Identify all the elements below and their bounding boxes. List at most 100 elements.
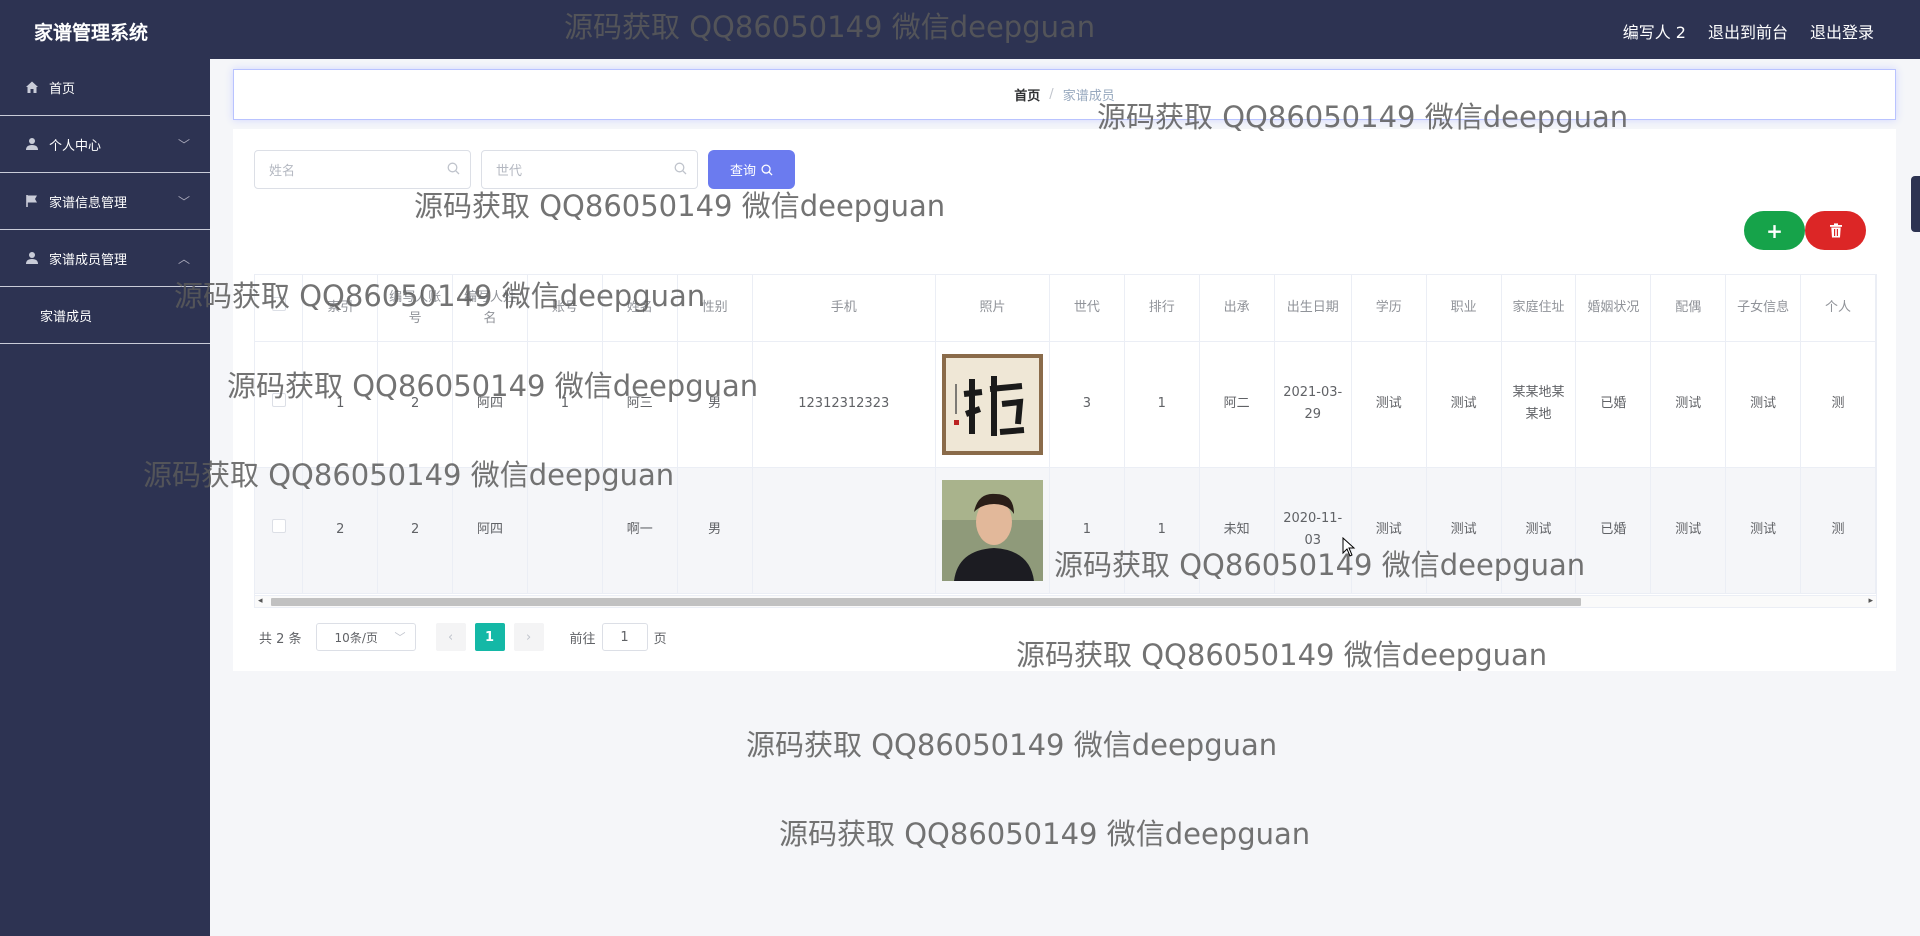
column-header: 个人 [1800, 275, 1876, 342]
sidebar-item-family-members[interactable]: 家谱成员管理 ︿ [0, 230, 210, 287]
name-search-placeholder: 姓名 [269, 164, 296, 179]
column-header: 出承 [1199, 275, 1275, 342]
calligraphy-photo [942, 353, 1043, 455]
top-actions: 编写人 2 退出到前台 退出登录 [1623, 19, 1874, 43]
sidebar-subitem-label: 家谱成员 [40, 309, 93, 325]
cell: 测试 [1351, 467, 1427, 594]
cell: 12312312323 [752, 341, 937, 468]
table-row[interactable]: 1 2 阿四 1 阿三 男 12312312323 3 1 阿二 2021-03… [255, 341, 1876, 468]
column-header: 编写人账号 [377, 275, 454, 342]
cell: 已婚 [1575, 467, 1652, 594]
cell: 阿四 [452, 467, 528, 594]
sidebar-item-label: 首页 [49, 81, 76, 97]
breadcrumb-home[interactable]: 首页 [1014, 85, 1040, 104]
plus-icon: + [1766, 218, 1783, 243]
cell: 阿三 [602, 341, 678, 468]
cell: 1 [1124, 467, 1200, 594]
cell: 男 [677, 341, 753, 468]
cell: 测试 [1650, 467, 1727, 594]
photo-cell [935, 341, 1050, 468]
members-table: 索引 编写人账号 编写人姓名 账号 姓名 性别 手机 照片 世代 排行 出承 出… [254, 274, 1877, 597]
cell: 测试 [1725, 341, 1802, 468]
table-row[interactable]: 2 2 阿四 啊一 男 1 1 未知 2020-11-03 测试 测试 测试 已… [255, 467, 1876, 594]
delete-button[interactable] [1805, 211, 1866, 250]
page-size-value: 10条/页 [334, 630, 378, 645]
logout-link[interactable]: 退出登录 [1810, 19, 1874, 43]
generation-search-placeholder: 世代 [496, 164, 523, 179]
cell: 2 [377, 341, 454, 468]
flag-icon [24, 193, 40, 209]
column-header: 索引 [302, 275, 379, 342]
watermark: 源码获取 QQ86050149 微信deepguan [746, 728, 1278, 762]
page-size-select[interactable]: 10条/页 ﹀ [315, 623, 416, 651]
column-header: 手机 [752, 275, 937, 342]
page-number-button[interactable]: 1 [474, 623, 505, 651]
horizontal-scrollbar[interactable]: ◂ ▸ [254, 595, 1877, 608]
checkbox[interactable] [271, 519, 286, 533]
row-select[interactable] [255, 341, 304, 468]
header-select-all[interactable] [255, 275, 304, 342]
breadcrumb: 首页 / 家谱成员 [233, 69, 1896, 120]
cell: 啊一 [602, 467, 678, 594]
cell: 测试 [1351, 341, 1427, 468]
sidebar-item-personal-center[interactable]: 个人中心 ﹀ [0, 116, 210, 173]
column-header: 账号 [527, 275, 603, 342]
search-icon [674, 162, 687, 179]
cell: 测 [1800, 467, 1876, 594]
name-search-input[interactable]: 姓名 [254, 150, 471, 189]
table-header-row: 索引 编写人账号 编写人姓名 账号 姓名 性别 手机 照片 世代 排行 出承 出… [255, 275, 1876, 342]
cell: 某某地某某地 [1501, 341, 1577, 468]
sidebar-item-label: 家谱成员管理 [49, 252, 128, 268]
cell: 测试 [1426, 341, 1502, 468]
generation-search-input[interactable]: 世代 [481, 150, 698, 189]
mouse-cursor-icon [1342, 537, 1356, 557]
total-count: 共 2 条 [259, 631, 302, 647]
chevron-down-icon: ﹀ [177, 195, 190, 209]
chevron-down-icon: ﹀ [394, 631, 406, 644]
app-title: 家谱管理系统 [34, 22, 149, 44]
cell: 2020-11-03 [1274, 467, 1352, 594]
add-button[interactable]: + [1744, 211, 1805, 250]
top-bar: 家谱管理系统 编写人 2 退出到前台 退出登录 [0, 0, 1920, 59]
current-user-label[interactable]: 编写人 2 [1623, 19, 1686, 43]
cell: 男 [677, 467, 753, 594]
scroll-left-icon[interactable]: ◂ [258, 596, 263, 606]
home-icon [24, 79, 40, 95]
query-button[interactable]: 查询 [708, 150, 795, 189]
cell: 1 [1049, 467, 1125, 594]
chevron-up-icon: ︿ [177, 252, 190, 266]
cell: 测试 [1501, 467, 1577, 594]
cell [527, 467, 603, 594]
column-header: 世代 [1049, 275, 1125, 342]
cell: 2021-03-29 [1274, 341, 1352, 468]
checkbox[interactable] [271, 297, 286, 312]
prev-page-button[interactable]: ‹ [435, 623, 466, 651]
column-header: 照片 [935, 275, 1050, 342]
portrait-photo [942, 479, 1043, 581]
scroll-right-icon[interactable]: ▸ [1868, 596, 1873, 606]
breadcrumb-separator: / [1049, 87, 1054, 102]
sidebar-subitem-family-member[interactable]: 家谱成员 [0, 287, 210, 344]
column-header: 婚姻状况 [1575, 275, 1652, 342]
goto-page-input[interactable]: 1 [601, 623, 648, 651]
column-header: 配偶 [1650, 275, 1727, 342]
chevron-down-icon: ﹀ [177, 138, 190, 152]
scrollbar-thumb[interactable] [271, 598, 1581, 606]
sidebar-item-family-info[interactable]: 家谱信息管理 ﹀ [0, 173, 210, 230]
exit-to-frontend-link[interactable]: 退出到前台 [1708, 19, 1788, 43]
row-select[interactable] [255, 467, 304, 594]
cell: 2 [377, 467, 454, 594]
cell: 3 [1049, 341, 1125, 468]
sidebar-item-label: 个人中心 [49, 138, 102, 154]
column-header: 家庭住址 [1501, 275, 1577, 342]
cell: 测试 [1426, 467, 1502, 594]
cell: 1 [302, 341, 379, 468]
next-page-button[interactable]: › [513, 623, 544, 651]
cell: 未知 [1199, 467, 1275, 594]
sidebar-item-label: 家谱信息管理 [49, 195, 128, 211]
main-card: 姓名 世代 查询 + 索引 编写人账号 编写人姓名 账号 姓名 性别 手机 照片… [233, 129, 1896, 671]
checkbox[interactable] [271, 393, 286, 407]
sidebar-item-home[interactable]: 首页 [0, 59, 210, 116]
column-header: 编写人姓名 [452, 275, 528, 342]
side-drawer-handle[interactable] [1911, 176, 1920, 232]
